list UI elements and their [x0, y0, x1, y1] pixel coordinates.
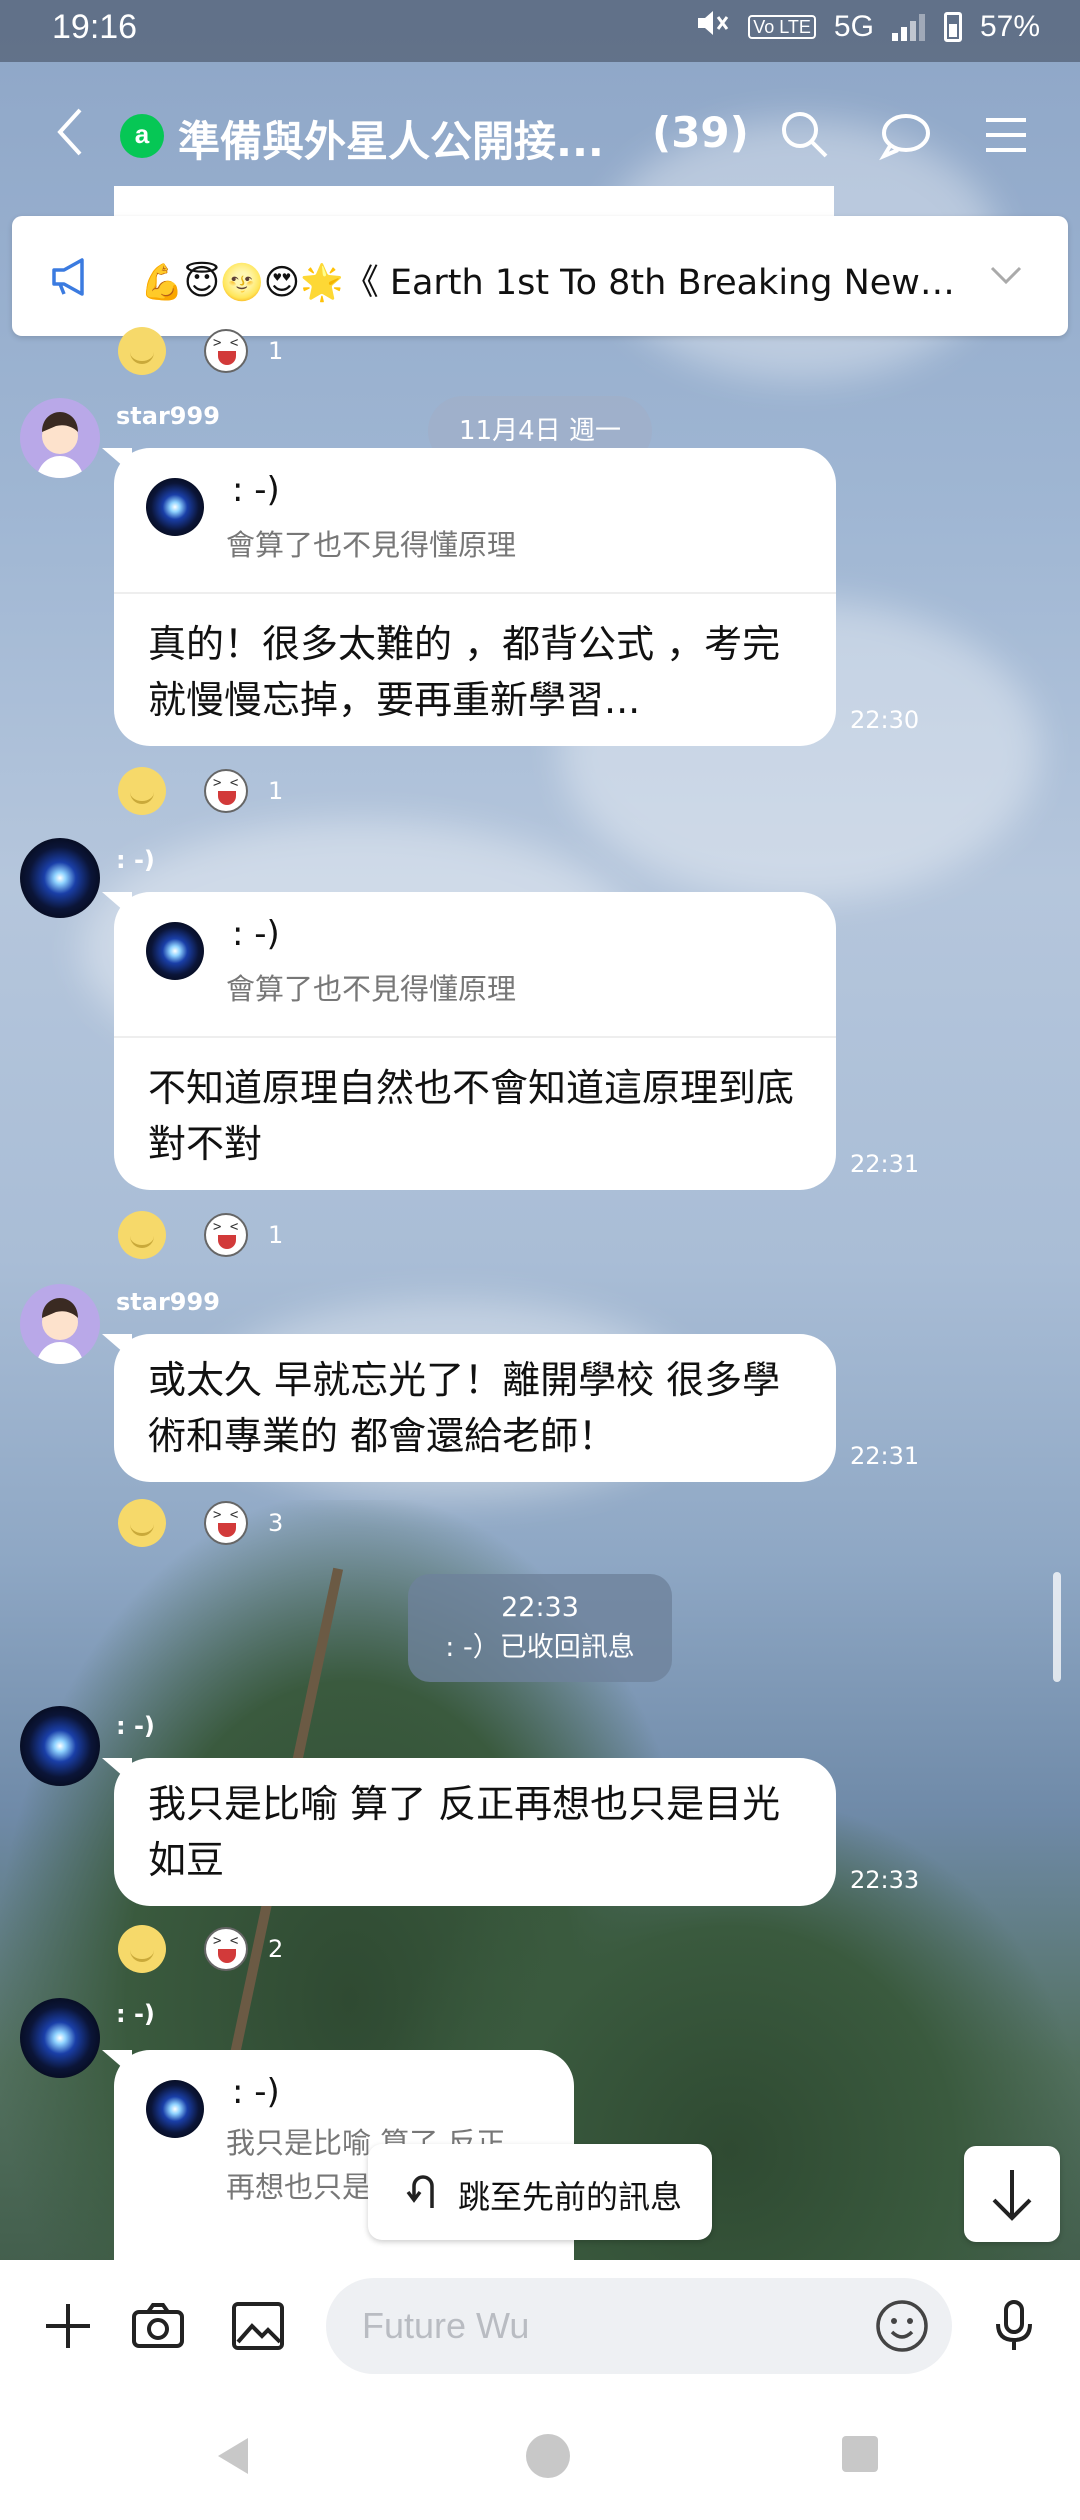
avatar[interactable] — [20, 1284, 100, 1364]
status-icons: Vo LTE 5G 57% — [696, 8, 1040, 46]
reaction-row[interactable]: 1 — [118, 326, 283, 376]
smile-reaction-icon[interactable] — [118, 1925, 166, 1973]
chat-bubbles-icon[interactable] — [876, 106, 934, 164]
quote-avatar — [146, 478, 204, 536]
message-input-bar — [0, 2260, 1080, 2390]
smile-reaction-icon[interactable] — [118, 1499, 166, 1547]
nav-back-icon[interactable] — [210, 2432, 258, 2484]
message-time: 22:33 — [850, 1866, 920, 1894]
mute-icon — [696, 8, 730, 46]
status-time: 19:16 — [52, 8, 138, 46]
quote-sender: : -) — [232, 470, 280, 510]
avatar[interactable] — [20, 1706, 100, 1786]
sender-name: star999 — [116, 1288, 220, 1316]
quote-avatar — [146, 2080, 204, 2138]
chevron-down-icon[interactable] — [988, 262, 1024, 288]
message-text: 不知道原理自然也不會知道這原理到底對不對 — [148, 1066, 795, 1166]
chat-header: a 準備與外星人公開接... (39) — [0, 62, 1080, 202]
network-label: 5G — [833, 10, 874, 43]
reaction-count: 1 — [268, 1221, 284, 1249]
sender-name: : -) — [116, 2000, 155, 2028]
sender-name: : -) — [116, 846, 155, 874]
plus-icon[interactable] — [40, 2298, 96, 2354]
nav-recents-icon[interactable] — [838, 2432, 882, 2480]
megaphone-icon — [48, 254, 94, 300]
quote-sender: : -) — [232, 914, 280, 954]
sender-name: star999 — [116, 402, 220, 430]
quoted-reply[interactable]: : -) 會算了也不見得懂原理 — [114, 892, 836, 1038]
announcement-banner[interactable]: 💪😇🌝😍🌟《 Earth 1st To 8th Breaking News... — [12, 216, 1068, 336]
reaction-count: 3 — [268, 1509, 284, 1537]
menu-icon[interactable] — [978, 106, 1036, 164]
battery-level: 57% — [979, 10, 1040, 43]
message-bubble[interactable]: 我只是比喻 算了 反正再想也只是目光如豆 — [102, 1758, 836, 1906]
image-icon[interactable] — [230, 2298, 286, 2354]
message-text: 我只是比喻 算了 反正再想也只是目光如豆 — [148, 1782, 781, 1882]
message-time: 22:31 — [850, 1150, 920, 1178]
message-text: 或太久 早就忘光了！離開學校 很多學術和專業的 都會還給老師！ — [148, 1358, 781, 1458]
sender-name: : -) — [116, 1712, 155, 1740]
battery-icon — [943, 12, 962, 42]
message-bubble[interactable]: : -) 會算了也不見得懂原理 真的！很多太難的 ，都背公式 ，考完就慢慢忘掉，… — [102, 448, 836, 746]
jump-label: 跳至先前的訊息 — [458, 2178, 683, 2216]
volte-icon: Vo LTE — [748, 15, 816, 39]
recall-time: 22:33 — [501, 1592, 579, 1623]
scrollbar[interactable] — [1053, 1572, 1061, 1682]
scroll-to-bottom-button[interactable] — [964, 2146, 1060, 2242]
reaction-row[interactable]: 1 — [118, 766, 283, 816]
arrow-down-icon — [992, 2170, 1032, 2221]
jump-to-previous-button[interactable]: 跳至先前的訊息 — [368, 2144, 712, 2240]
avatar[interactable] — [20, 398, 100, 478]
message-input[interactable] — [326, 2278, 952, 2374]
smile-reaction-icon[interactable] — [118, 327, 166, 375]
back-icon[interactable] — [48, 102, 92, 162]
message-text: 真的！很多太難的 ，都背公式 ，考完就慢慢忘掉，要再重新學習... — [148, 622, 781, 722]
recall-text: : -）已收回訊息 — [445, 1632, 635, 1663]
chat-title[interactable]: 準備與外星人公開接... — [178, 108, 604, 169]
search-icon[interactable] — [776, 106, 834, 164]
reaction-count: 1 — [268, 777, 284, 805]
quote-text: 會算了也不見得懂原理 — [226, 972, 517, 1006]
status-bar: 19:16 Vo LTE 5G 57% — [0, 0, 1080, 62]
quote-sender: : -) — [232, 2072, 280, 2112]
member-count[interactable]: (39) — [652, 108, 749, 157]
announcement-text: 💪😇🌝😍🌟《 Earth 1st To 8th Breaking News... — [140, 263, 960, 303]
reaction-row[interactable]: 3 — [118, 1498, 283, 1548]
avatar[interactable] — [20, 1998, 100, 2078]
recall-notice: 22:33 : -）已收回訊息 — [408, 1574, 672, 1682]
reaction-row[interactable]: 2 — [118, 1924, 283, 1974]
laugh-reaction-icon — [204, 1213, 248, 1257]
quote-text: 會算了也不見得懂原理 — [226, 528, 517, 562]
message-bubble[interactable]: : -) 會算了也不見得懂原理 不知道原理自然也不會知道這原理到底對不對 — [102, 892, 836, 1190]
microphone-icon[interactable] — [986, 2298, 1042, 2354]
smile-reaction-icon[interactable] — [118, 1211, 166, 1259]
laugh-reaction-icon — [204, 769, 248, 813]
reaction-row[interactable]: 1 — [118, 1210, 283, 1260]
quoted-reply[interactable]: : -) 會算了也不見得懂原理 — [114, 448, 836, 594]
laugh-reaction-icon — [204, 329, 248, 373]
quote-text: 再想也只是 — [226, 2170, 372, 2204]
laugh-reaction-icon — [204, 1501, 248, 1545]
smile-reaction-icon[interactable] — [118, 767, 166, 815]
emoji-icon[interactable] — [874, 2298, 930, 2354]
quote-avatar — [146, 922, 204, 980]
reaction-count: 2 — [268, 1935, 284, 1963]
camera-icon[interactable] — [130, 2298, 186, 2354]
jump-up-icon — [404, 2172, 442, 2212]
message-bubble[interactable]: 或太久 早就忘光了！離開學校 很多學術和專業的 都會還給老師！ — [102, 1334, 836, 1482]
reaction-count: 1 — [268, 337, 284, 365]
laugh-reaction-icon — [204, 1927, 248, 1971]
nav-home-icon[interactable] — [524, 2432, 572, 2484]
signal-icon — [891, 13, 926, 41]
openchat-badge-icon: a — [120, 114, 164, 158]
partial-message-bubble — [114, 186, 834, 216]
system-nav-bar — [0, 2390, 1080, 2520]
message-time: 22:31 — [850, 1442, 920, 1470]
avatar[interactable] — [20, 838, 100, 918]
message-time: 22:30 — [850, 706, 920, 734]
